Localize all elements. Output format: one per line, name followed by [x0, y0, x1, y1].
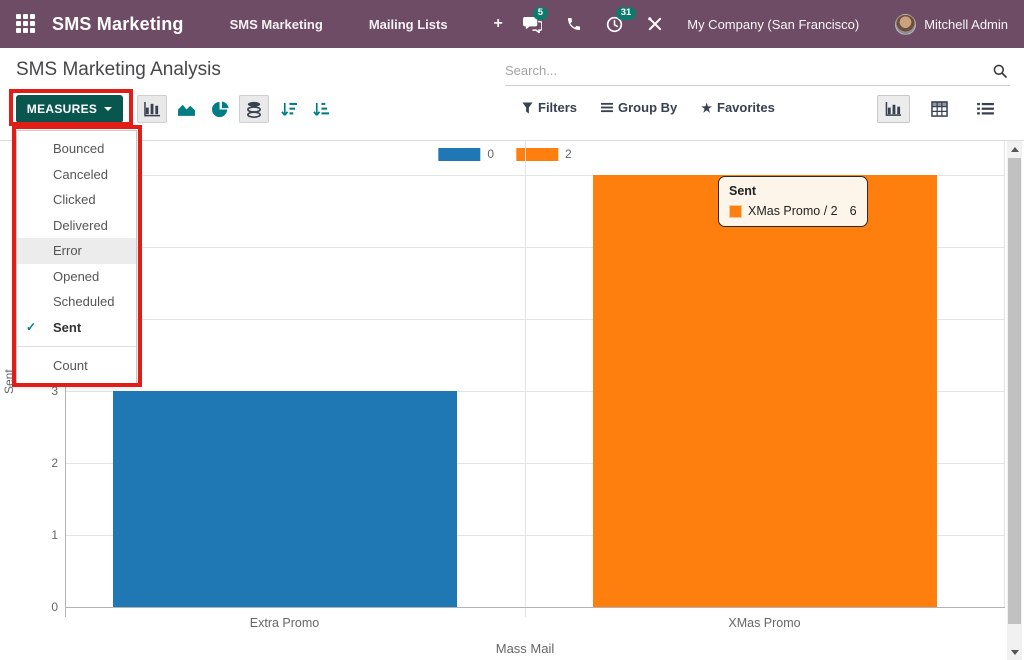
- category-divider-line: [525, 141, 526, 617]
- x-tick-label: XMas Promo: [665, 616, 865, 630]
- tooltip-label: XMas Promo / 2: [748, 204, 838, 218]
- scroll-up-button[interactable]: [1007, 141, 1022, 157]
- x-tick-label: Extra Promo: [185, 616, 385, 630]
- chart-legend: 02: [438, 147, 571, 161]
- measure-option-scheduled[interactable]: Scheduled: [17, 289, 136, 315]
- measure-option-clicked[interactable]: Clicked: [17, 187, 136, 213]
- bar-xmas-promo[interactable]: [593, 175, 937, 607]
- y-tick-label: 0: [28, 600, 58, 614]
- legend-label: 2: [565, 147, 572, 161]
- measure-option-canceled[interactable]: Canceled: [17, 162, 136, 188]
- measure-option-sent[interactable]: ✓Sent: [17, 315, 136, 341]
- y-axis-title: Sent: [2, 364, 16, 394]
- legend-swatch: [516, 148, 558, 161]
- dropdown-separator: [17, 346, 136, 347]
- measure-option-bounced[interactable]: Bounced: [17, 136, 136, 162]
- app-window: SMS Marketing SMS Marketing Mailing List…: [0, 0, 1024, 660]
- y-tick-label: 1: [28, 528, 58, 542]
- legend-label: 0: [487, 147, 494, 161]
- tooltip-title: Sent: [729, 184, 857, 198]
- legend-item-0[interactable]: 0: [438, 147, 494, 161]
- x-axis-title: Mass Mail: [425, 641, 625, 656]
- measure-option-opened[interactable]: Opened: [17, 264, 136, 290]
- measures-dropdown-menu: BouncedCanceledClickedDeliveredErrorOpen…: [16, 130, 137, 385]
- chart-tooltip: Sent XMas Promo / 2 6: [718, 176, 868, 227]
- measure-option-error[interactable]: Error: [17, 238, 136, 264]
- y-tick-label: 3: [28, 384, 58, 398]
- measure-option-count[interactable]: Count: [17, 353, 136, 379]
- y-tick-label: 2: [28, 456, 58, 470]
- check-icon: ✓: [26, 315, 36, 341]
- bar-extra-promo[interactable]: [113, 391, 457, 607]
- scrollbar-thumb[interactable]: [1008, 158, 1021, 624]
- plot-right-border: [1004, 141, 1005, 607]
- tooltip-value: 6: [850, 204, 857, 218]
- tooltip-series-swatch: [729, 205, 742, 218]
- scroll-down-button[interactable]: [1007, 644, 1022, 660]
- bar-chart: 02 0123456Extra PromoXMas Promo Sent Mas…: [0, 0, 1024, 660]
- vertical-scrollbar[interactable]: [1007, 141, 1022, 660]
- measure-option-delivered[interactable]: Delivered: [17, 213, 136, 239]
- x-axis-line: [65, 607, 1005, 608]
- legend-swatch: [438, 148, 480, 161]
